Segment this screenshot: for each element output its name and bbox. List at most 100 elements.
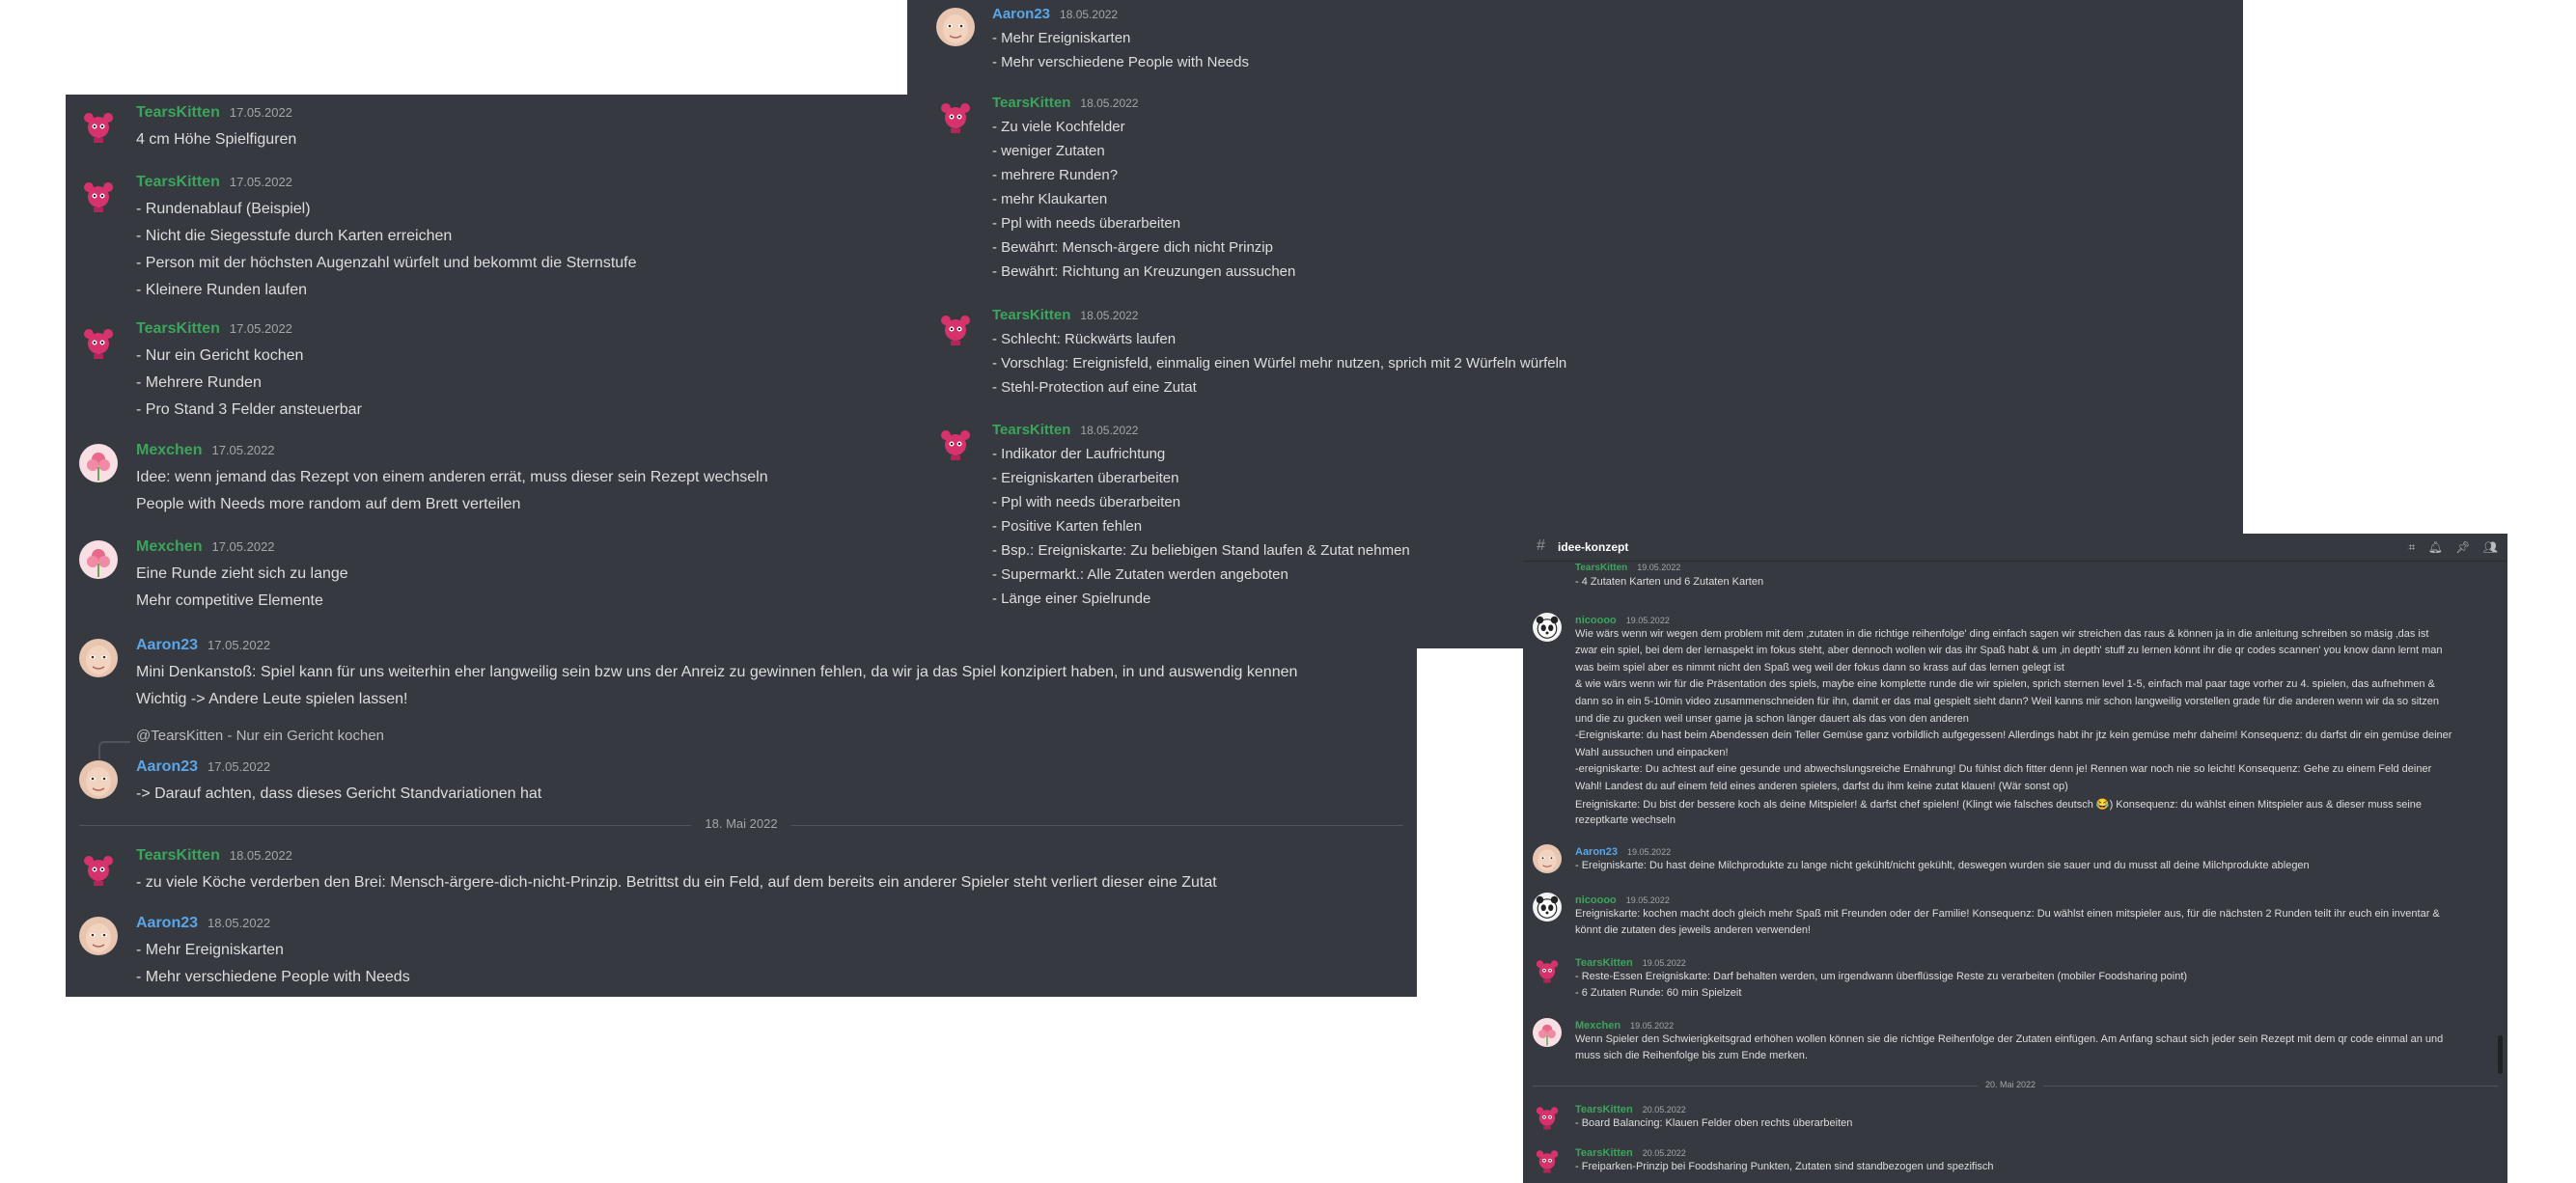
pin-icon[interactable]: 📌︎ [2455, 540, 2470, 554]
message-header: TearsKitten 17.05.2022 [136, 174, 292, 191]
username[interactable]: Mexchen [136, 442, 202, 458]
timestamp: 17.05.2022 [211, 539, 275, 554]
username[interactable]: TearsKitten [136, 847, 220, 864]
message-text: - Schlecht: Rückwärts laufen [992, 331, 1177, 347]
message-header: nicoooo 19.05.2022 [1575, 891, 1670, 908]
message-text: zwar ein spiel, bei dem der lernaspekt i… [1575, 645, 2443, 657]
pink-creature-icon[interactable] [79, 322, 118, 361]
message-text: - Nicht die Siegesstufe durch Karten err… [136, 228, 453, 244]
username[interactable]: TearsKitten [1575, 1104, 1633, 1115]
username[interactable]: TearsKitten [136, 174, 220, 190]
message-text: - Indikator der Laufrichtung [992, 446, 1166, 462]
timestamp: 17.05.2022 [208, 638, 271, 652]
message-header: TearsKitten 20.05.2022 [1575, 1143, 1686, 1161]
message-text: - Zu viele Kochfelder [992, 119, 1125, 135]
message-text: - Stehl-Protection auf eine Zutat [992, 379, 1197, 396]
username[interactable]: TearsKitten [136, 104, 220, 121]
username[interactable]: TearsKitten [1575, 1147, 1633, 1159]
username[interactable]: nicoooo [1575, 894, 1617, 906]
pink-flower-icon[interactable] [1533, 1018, 1562, 1047]
pink-creature-icon[interactable] [1533, 1145, 1562, 1174]
message-header: TearsKitten 17.05.2022 [136, 320, 292, 338]
message-text: Wahl aussuchen und einpacken! [1575, 746, 1729, 758]
message-text: - Positive Karten fehlen [992, 518, 1143, 535]
username[interactable]: Aaron23 [1575, 846, 1618, 858]
pink-creature-icon[interactable] [936, 424, 975, 462]
username[interactable]: Aaron23 [136, 915, 198, 931]
username[interactable]: Aaron23 [992, 6, 1050, 22]
username[interactable]: TearsKitten [1575, 957, 1633, 969]
timestamp: 18.05.2022 [208, 916, 271, 930]
panda-avatar-icon[interactable] [1533, 613, 1562, 642]
message-text: - Bsp.: Ereigniskarte: Zu beliebigen Sta… [992, 542, 1410, 559]
message-text: Mehr competitive Elemente [136, 592, 323, 609]
reply-connector [98, 741, 130, 759]
username[interactable]: Aaron23 [136, 758, 198, 775]
username[interactable]: Mexchen [1575, 1020, 1620, 1032]
username[interactable]: TearsKitten [992, 307, 1070, 323]
message-text: Wichtig -> Andere Leute spielen lassen! [136, 691, 408, 707]
pink-creature-icon[interactable] [79, 106, 118, 145]
message-text: könnt die zutaten des jeweils anderen ve… [1575, 924, 1811, 937]
username[interactable]: Mexchen [136, 538, 202, 555]
panda-avatar-icon[interactable] [1533, 893, 1562, 922]
timestamp: 17.05.2022 [229, 175, 292, 189]
timestamp: 19.05.2022 [1627, 847, 1672, 857]
face-avatar-icon[interactable] [79, 917, 118, 955]
chat-panel-right: # idee-konzept ⌗ 🔔︎ 📌︎ 👥︎ TearsKitten 19.… [1523, 534, 2507, 1183]
message-header: TearsKitten 20.05.2022 [1575, 1100, 1686, 1117]
message-header: Mexchen 17.05.2022 [136, 538, 275, 556]
message-text: was beim spiel aber es nimmt nicht den S… [1575, 661, 2064, 674]
username[interactable]: TearsKitten [992, 95, 1070, 111]
timestamp: 17.05.2022 [211, 443, 275, 457]
message-header: Aaron23 18.05.2022 [992, 6, 1118, 23]
threads-icon[interactable]: ⌗ [2409, 540, 2416, 554]
message-text: und die zu gucken weil unser game ja sch… [1575, 712, 1969, 725]
username[interactable]: TearsKitten [992, 422, 1070, 438]
message-header: TearsKitten 18.05.2022 [136, 847, 292, 865]
message-text: rezeptkarte wechseln [1575, 814, 1676, 827]
message-text: 4 cm Höhe Spielfiguren [136, 131, 297, 148]
members-icon[interactable]: 👥︎ [2483, 540, 2498, 554]
face-avatar-icon[interactable] [936, 8, 975, 46]
message-header: TearsKitten 17.05.2022 [136, 104, 292, 122]
timestamp: 18.05.2022 [1080, 424, 1139, 437]
scrollbar-thumb[interactable] [2498, 1035, 2503, 1074]
pink-creature-icon[interactable] [1533, 955, 1562, 984]
message-text: Ereigniskarte: kochen macht doch gleich … [1575, 907, 2440, 920]
face-avatar-icon[interactable] [1533, 844, 1562, 873]
reply-preview[interactable]: @TearsKitten - Nur ein Gericht kochen [136, 728, 384, 744]
pink-creature-icon[interactable] [936, 309, 975, 347]
timestamp: 18.05.2022 [229, 848, 292, 863]
message-text: - Nur ein Gericht kochen [136, 347, 304, 364]
message-header: nicoooo 19.05.2022 [1575, 611, 1670, 628]
message-header: Aaron23 17.05.2022 [136, 637, 270, 654]
pink-creature-icon[interactable] [936, 96, 975, 135]
username[interactable]: TearsKitten [136, 320, 220, 337]
message-header: TearsKitten 18.05.2022 [992, 307, 1138, 324]
timestamp: 18.05.2022 [1060, 8, 1119, 21]
message-text: - Reste-Essen Ereigniskarte: Darf behalt… [1575, 970, 2188, 982]
timestamp: 20.05.2022 [1642, 1148, 1686, 1158]
message-text: - Ppl with needs überarbeiten [992, 215, 1181, 232]
bell-icon[interactable]: 🔔︎ [2428, 540, 2443, 554]
message-header: TearsKitten 19.05.2022 [1575, 953, 1686, 971]
pink-flower-icon[interactable] [79, 444, 118, 482]
pink-flower-icon[interactable] [79, 540, 118, 579]
username[interactable]: Aaron23 [136, 637, 198, 653]
timestamp: 19.05.2022 [1637, 563, 1681, 572]
pink-creature-icon[interactable] [79, 176, 118, 214]
pink-creature-icon[interactable] [79, 849, 118, 888]
message-text: - Pro Stand 3 Felder ansteuerbar [136, 401, 362, 418]
username[interactable]: nicoooo [1575, 615, 1617, 626]
message-text: - Freiparken-Prinzip bei Foodsharing Pun… [1575, 1160, 1994, 1172]
message-text: - Bewährt: Mensch-ärgere dich nicht Prin… [992, 239, 1273, 256]
face-avatar-icon[interactable] [79, 639, 118, 677]
pink-creature-icon[interactable] [1533, 1102, 1562, 1131]
message-text: -Ereigniskarte: du hast beim Abendessen … [1575, 729, 2452, 742]
message-text: -ereigniskarte: Du achtest auf eine gesu… [1575, 763, 2432, 776]
message-text: People with Needs more random auf dem Br… [136, 496, 521, 512]
timestamp: 17.05.2022 [208, 759, 271, 774]
face-avatar-icon[interactable] [79, 760, 118, 799]
username[interactable]: TearsKitten [1575, 563, 1627, 573]
